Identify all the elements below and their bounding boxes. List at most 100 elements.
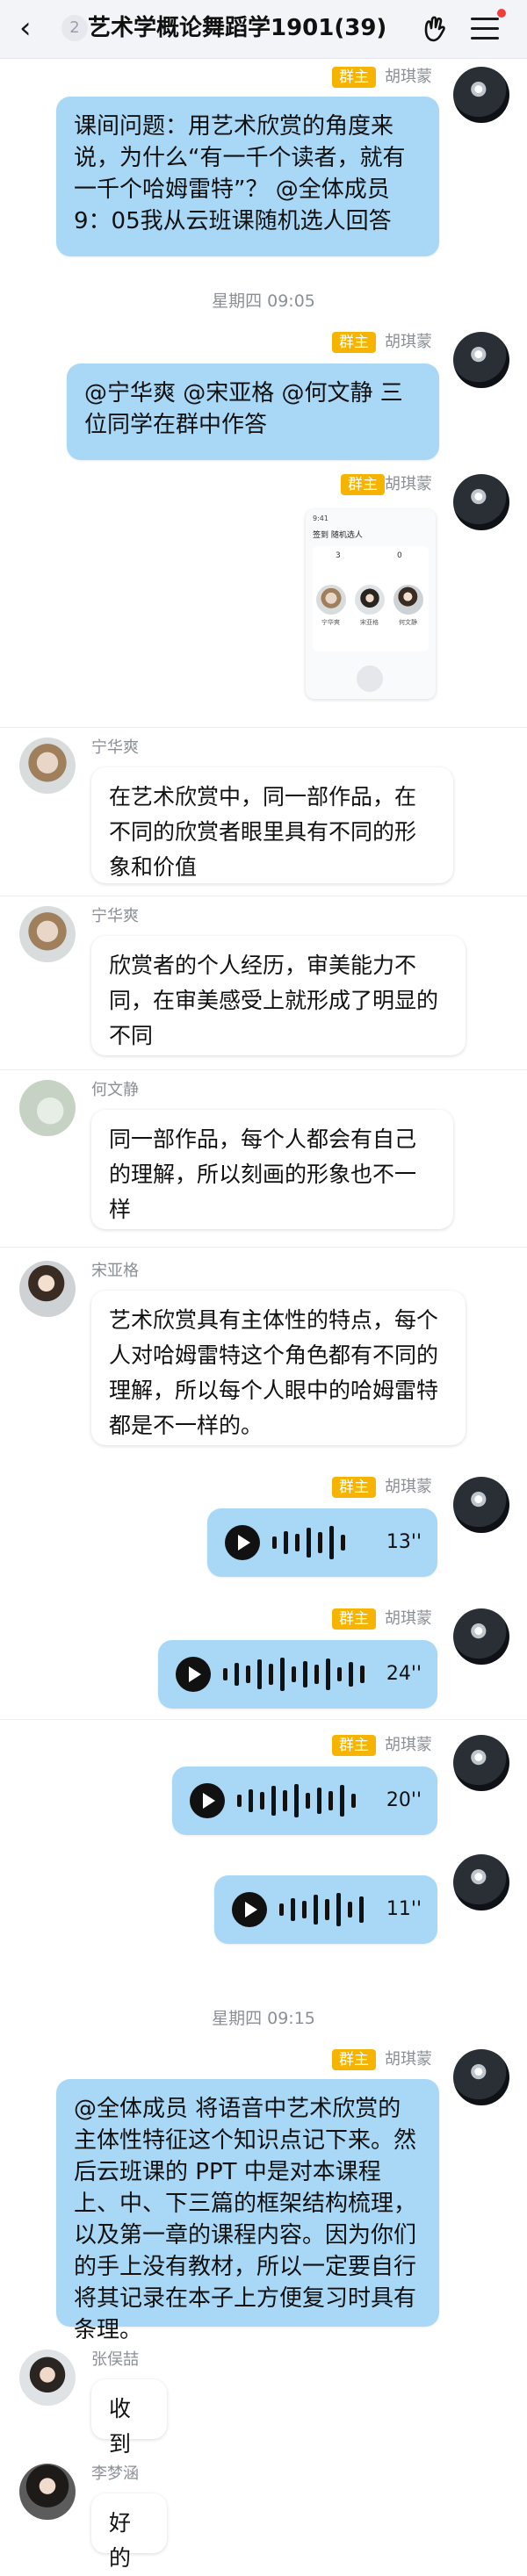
- message-row: 李梦涵 好的: [0, 2455, 527, 2571]
- hand-gesture-icon[interactable]: [420, 14, 450, 44]
- voice-duration: 20'': [386, 1789, 422, 1811]
- waveform-bar: [246, 1666, 250, 1683]
- unread-count-badge: 2: [61, 15, 88, 41]
- play-icon[interactable]: [176, 1657, 211, 1692]
- image-avatar: [316, 585, 346, 615]
- waveform: [272, 1526, 369, 1559]
- avatar[interactable]: [453, 2049, 509, 2105]
- message-row: 群主 胡琪蒙 @宁华爽 @宋亚格 @何文静 三位同学在群中作答: [0, 325, 527, 460]
- message-bubble[interactable]: @宁华爽 @宋亚格 @何文静 三位同学在群中作答: [67, 363, 439, 460]
- avatar[interactable]: [453, 67, 509, 123]
- message-row: 宋亚格 艺术欣赏具有主体性的特点，每个人对哈姆雷特这个角色都有不同的理解，所以每…: [0, 1248, 527, 1477]
- voice-message[interactable]: 24'': [158, 1640, 437, 1709]
- owner-badge: 群主: [341, 474, 385, 495]
- divider: [0, 1719, 527, 1720]
- avatar[interactable]: [453, 1477, 509, 1533]
- avatar[interactable]: [19, 2464, 76, 2520]
- image-avatar: [355, 585, 385, 615]
- waveform-bar: [359, 1896, 364, 1923]
- avatar[interactable]: [453, 332, 509, 388]
- avatar[interactable]: [19, 1261, 76, 1317]
- waveform-bar: [341, 1535, 345, 1551]
- image-avatar: [393, 585, 423, 615]
- message-row: 群主 胡琪蒙: [0, 465, 527, 729]
- image-count-right: 0: [397, 551, 402, 560]
- message-row: 群主 胡琪蒙 @全体成员 将语音中艺术欣赏的主体性特征这个知识点记下来。然后云班…: [0, 2042, 527, 2343]
- message-row: 群主 胡琪蒙 课间问题：用艺术欣赏的角度来说，为什么“有一千个读者，就有一千个哈…: [0, 58, 527, 277]
- voice-message[interactable]: 13'': [207, 1508, 437, 1577]
- message-row: 11'': [0, 1847, 527, 1970]
- message-row: 群主 胡琪蒙 20'': [0, 1721, 527, 1853]
- avatar[interactable]: [453, 1854, 509, 1910]
- timestamp: 星期四 09:05: [212, 291, 315, 311]
- waveform-bar: [337, 1667, 342, 1681]
- voice-message[interactable]: 20'': [172, 1767, 437, 1835]
- image-count-left: 3: [336, 551, 341, 560]
- waveform: [279, 1893, 385, 1926]
- avatar[interactable]: [453, 474, 509, 530]
- sender-name: 胡琪蒙: [385, 1478, 432, 1496]
- avatar[interactable]: [19, 906, 76, 962]
- owner-badge: 群主: [332, 332, 376, 353]
- message-bubble[interactable]: 在艺术欣赏中，同一部作品，在不同的欣赏者眼里具有不同的形象和价值: [91, 767, 453, 883]
- image-button: [357, 666, 383, 692]
- waveform-bar: [294, 1784, 299, 1817]
- sender-name: 何文静: [91, 1081, 139, 1099]
- waveform-bar: [348, 1902, 352, 1918]
- owner-badge: 群主: [332, 67, 376, 88]
- play-icon[interactable]: [190, 1783, 225, 1818]
- message-bubble[interactable]: 同一部作品，每个人都会有自己的理解，所以刻画的形象也不一样: [91, 1110, 453, 1229]
- image-message[interactable]: 9:41 签到 随机选人 3 0 宁华爽 宋亚格 何文静: [306, 509, 436, 699]
- waveform: [237, 1784, 378, 1817]
- avatar[interactable]: [453, 1735, 509, 1791]
- divider: [0, 1247, 527, 1248]
- message-row: 何文静 同一部作品，每个人都会有自己的理解，所以刻画的形象也不一样: [0, 1071, 527, 1247]
- avatar[interactable]: [19, 738, 76, 794]
- chat-title: 艺术学概论舞蹈学1901(39): [88, 15, 387, 41]
- waveform-bar: [328, 1791, 333, 1810]
- waveform-bar: [260, 1792, 264, 1810]
- message-bubble[interactable]: 艺术欣赏具有主体性的特点，每个人对哈姆雷特这个角色都有不同的理解，所以每个人眼中…: [91, 1291, 466, 1445]
- menu-icon[interactable]: [471, 18, 499, 40]
- waveform-bar: [325, 1899, 329, 1920]
- message-row: 群主 胡琪蒙 13'': [0, 1464, 527, 1587]
- avatar[interactable]: [453, 1608, 509, 1665]
- waveform-bar: [318, 1532, 322, 1553]
- sender-name: 胡琪蒙: [385, 1736, 432, 1754]
- timestamp: 星期四 09:15: [212, 2009, 315, 2028]
- message-row: 群主 胡琪蒙 24'': [0, 1596, 527, 1728]
- waveform-bar: [317, 1788, 321, 1814]
- message-bubble[interactable]: @全体成员 将语音中艺术欣赏的主体性特征这个知识点记下来。然后云班课的 PPT …: [56, 2079, 439, 2343]
- back-arrow-icon[interactable]: ‹: [19, 12, 44, 44]
- owner-badge: 群主: [332, 2049, 376, 2070]
- waveform-bar: [351, 1794, 356, 1808]
- waveform-bar: [360, 1666, 365, 1683]
- notification-dot: [497, 9, 506, 18]
- image-card: 3 0 宁华爽 宋亚格 何文静: [313, 546, 429, 651]
- voice-duration: 13'': [386, 1531, 422, 1553]
- avatar[interactable]: [19, 1080, 76, 1136]
- owner-badge: 群主: [332, 1477, 376, 1498]
- sender-name: 李梦涵: [91, 2464, 139, 2483]
- play-icon[interactable]: [232, 1892, 267, 1927]
- waveform-bar: [292, 1666, 296, 1682]
- image-avatar-name: 宋亚格: [360, 619, 379, 626]
- waveform-bar: [271, 1786, 276, 1816]
- waveform-bar: [302, 1901, 307, 1918]
- message-bubble[interactable]: 欣赏者的个人经历，审美能力不同，在审美感受上就形成了明显的不同: [91, 936, 466, 1055]
- image-avatar-name: 宁华爽: [321, 619, 340, 626]
- voice-duration: 24'': [386, 1663, 422, 1685]
- image-avatar-name: 何文静: [399, 619, 417, 626]
- play-icon[interactable]: [225, 1525, 260, 1560]
- waveform-bar: [249, 1789, 253, 1812]
- waveform-bar: [303, 1661, 307, 1687]
- message-bubble[interactable]: 课间问题：用艺术欣赏的角度来说，为什么“有一千个读者，就有一千个哈姆雷特”？ @…: [56, 97, 439, 256]
- voice-message[interactable]: 11'': [214, 1875, 437, 1944]
- message-bubble[interactable]: 好的: [91, 2493, 167, 2571]
- waveform-bar: [329, 1526, 334, 1559]
- waveform-bar: [306, 1793, 310, 1809]
- message-bubble[interactable]: 收到: [91, 2379, 167, 2457]
- avatar[interactable]: [19, 2349, 76, 2406]
- waveform-bar: [223, 1668, 227, 1680]
- waveform-bar: [257, 1659, 262, 1689]
